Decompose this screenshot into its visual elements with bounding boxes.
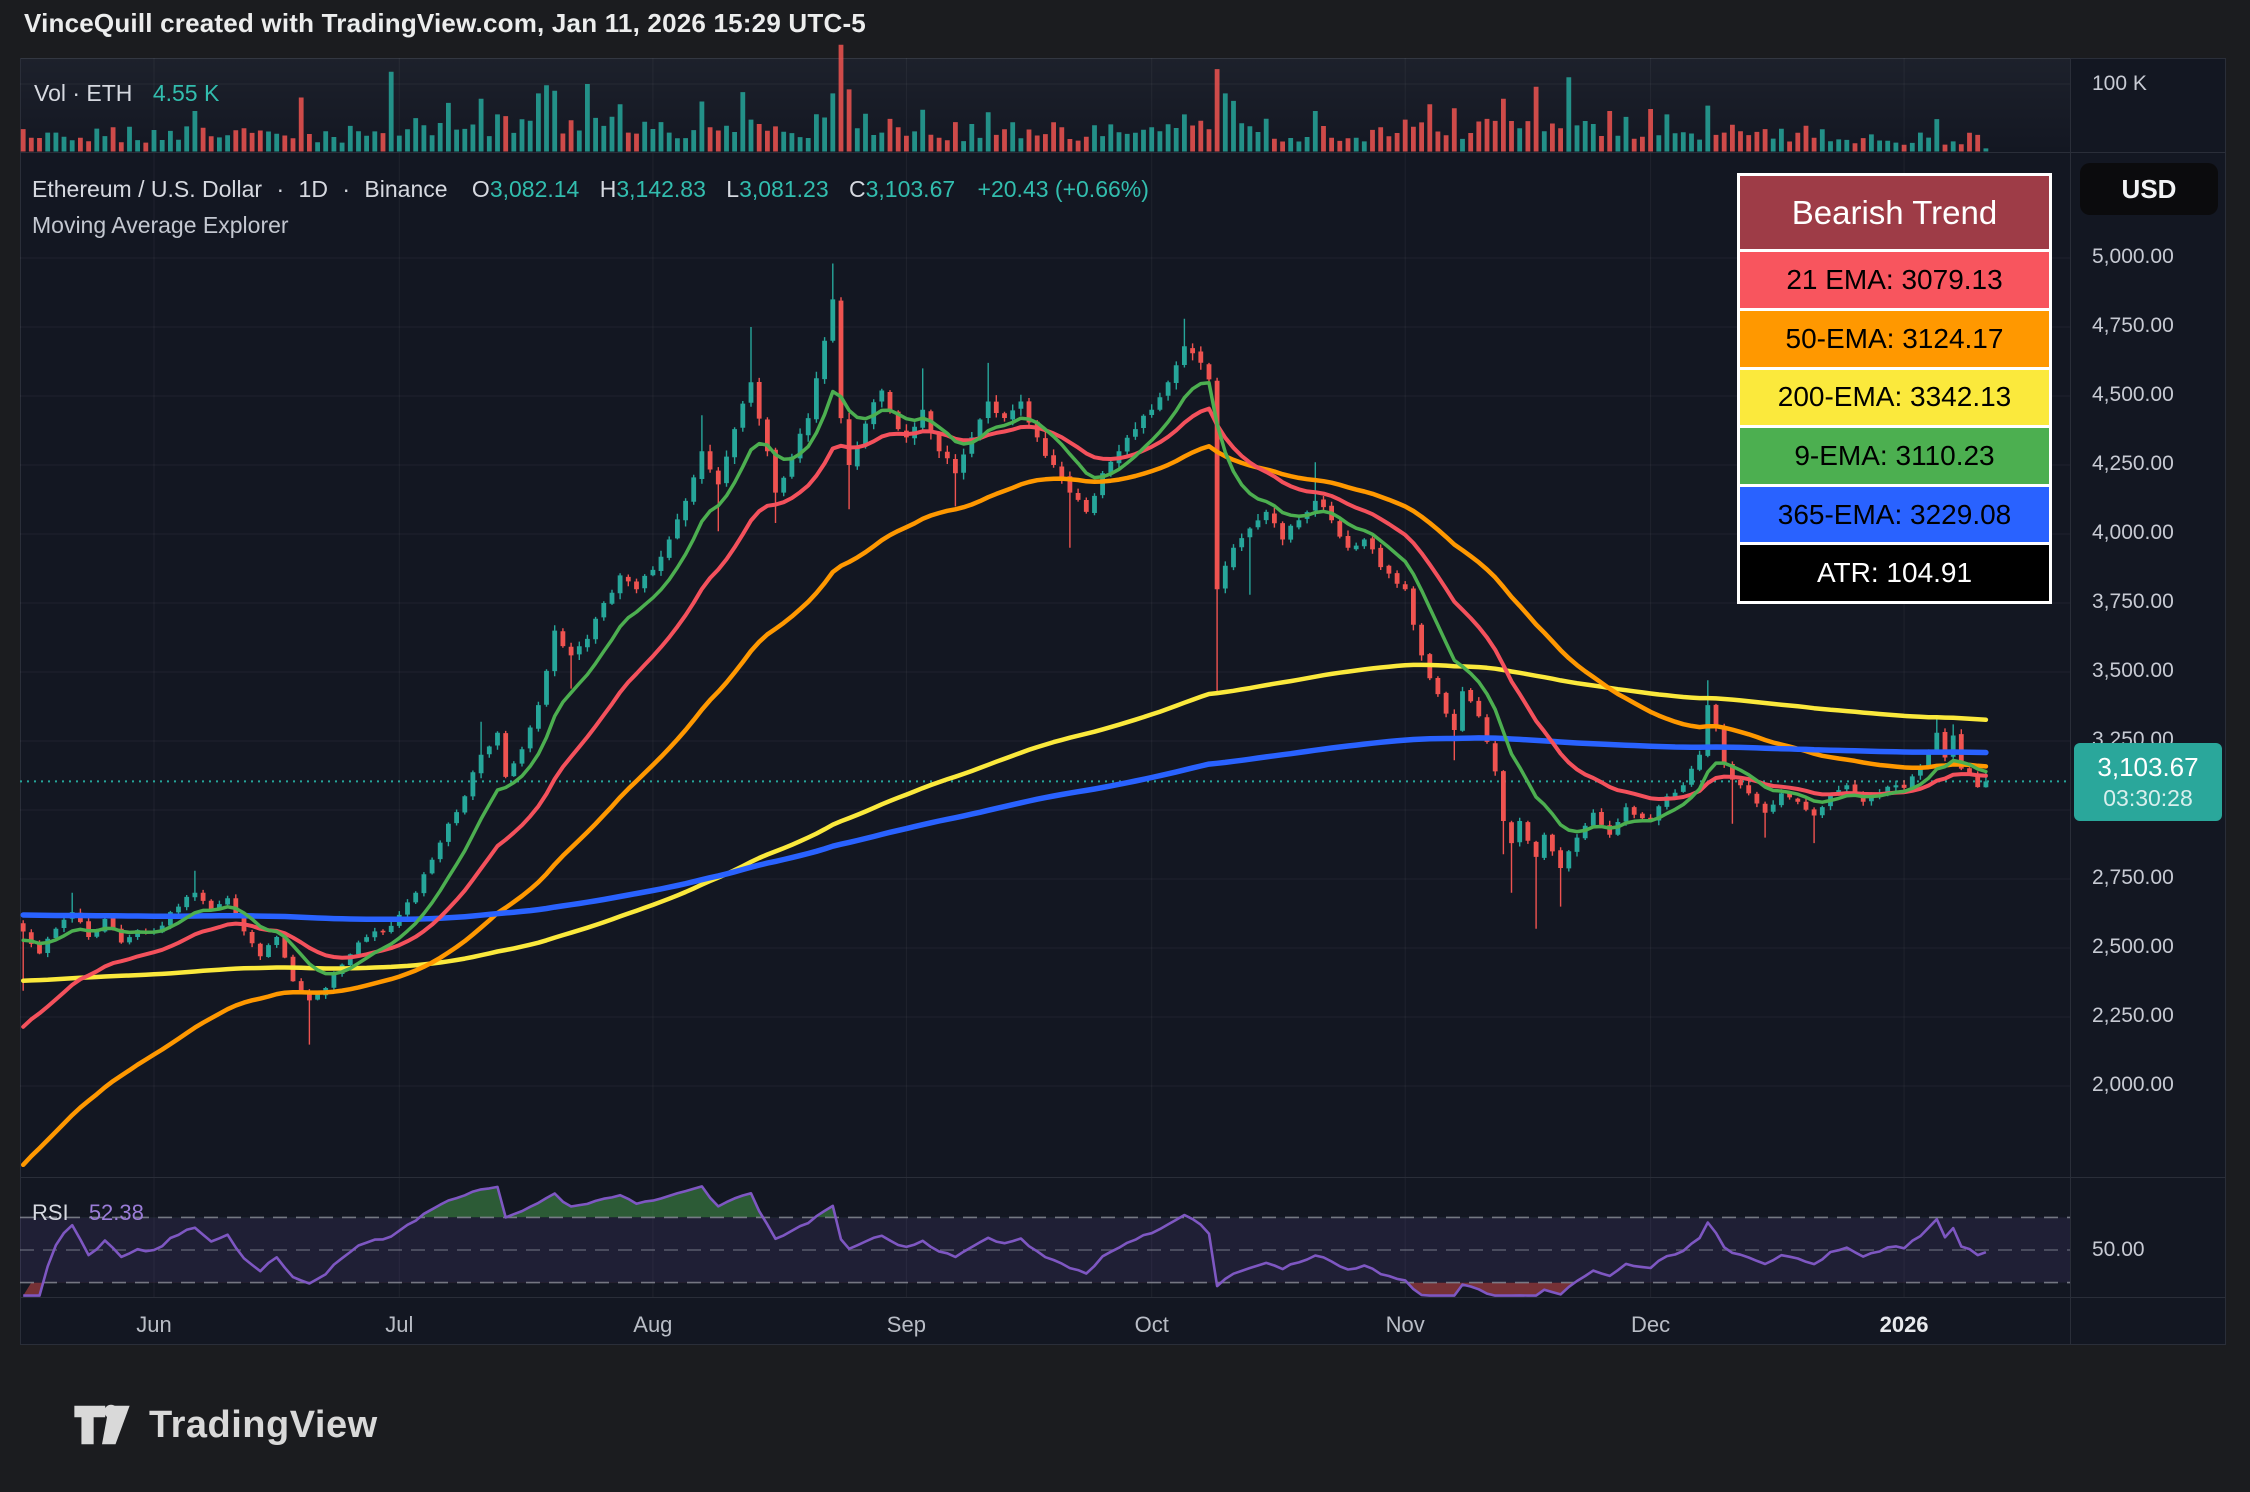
last-price-value: 3,103.67: [2097, 751, 2198, 784]
month-label: Sep: [887, 1312, 926, 1338]
legend-row: ATR: 104.91: [1740, 545, 2049, 601]
legend-row: 200-EMA: 3342.13: [1740, 370, 2049, 426]
legend-row: 365-EMA: 3229.08: [1740, 487, 2049, 543]
price-tick-label: 3,750.00: [2092, 590, 2174, 614]
legend-row: 50-EMA: 3124.17: [1740, 311, 2049, 367]
month-label: Jun: [136, 1312, 171, 1338]
exchange-label: Binance: [364, 176, 447, 202]
close-label: C: [849, 176, 866, 202]
low-label: L: [726, 176, 739, 202]
month-label: Oct: [1135, 1312, 1169, 1338]
month-label: Jul: [385, 1312, 413, 1338]
tradingview-logo-icon: [73, 1398, 131, 1452]
low-value: 3,081.23: [739, 176, 829, 202]
trend-status-header: Bearish Trend: [1740, 176, 2049, 249]
rsi-legend: RSI 52.38: [32, 1200, 144, 1226]
interval-label[interactable]: 1D: [299, 176, 328, 202]
high-label: H: [600, 176, 617, 202]
last-price-badge: 3,103.67 03:30:28: [2074, 743, 2222, 821]
tradingview-logo[interactable]: TradingView: [73, 1398, 378, 1452]
open-label: O: [472, 176, 490, 202]
month-label: 2026: [1880, 1312, 1929, 1338]
legend-row: 9-EMA: 3110.23: [1740, 428, 2049, 484]
tradingview-screenshot: VinceQuill created with TradingView.com,…: [0, 0, 2250, 1492]
ma-explorer-legend: Bearish Trend 21 EMA: 3079.1350-EMA: 312…: [1737, 173, 2052, 604]
price-tick-label: 4,000.00: [2092, 521, 2174, 545]
price-tick-label: 3,500.00: [2092, 659, 2174, 683]
currency-toggle-button[interactable]: USD: [2080, 163, 2218, 215]
price-tick-label: 4,750.00: [2092, 314, 2174, 338]
volume-value: 4.55 K: [153, 80, 220, 106]
month-label: Nov: [1386, 1312, 1425, 1338]
price-tick-label: 4,500.00: [2092, 383, 2174, 407]
dot-separator: ·: [276, 176, 284, 202]
volume-legend: Vol · ETH 4.55 K: [34, 80, 219, 107]
price-tick-label: 5,000.00: [2092, 245, 2174, 269]
high-value: 3,142.83: [616, 176, 706, 202]
volume-axis-tick: 100 K: [2092, 72, 2147, 96]
price-tick-label: 2,250.00: [2092, 1004, 2174, 1028]
legend-row: 21 EMA: 3079.13: [1740, 252, 2049, 308]
price-tick-label: 4,250.00: [2092, 452, 2174, 476]
change-value: +20.43 (+0.66%): [978, 176, 1149, 202]
bar-countdown: 03:30:28: [2103, 784, 2193, 813]
tradingview-logo-text: TradingView: [149, 1404, 378, 1447]
price-tick-label: 2,750.00: [2092, 866, 2174, 890]
symbol-name[interactable]: Ethereum / U.S. Dollar: [32, 176, 262, 202]
dot-separator: ·: [342, 176, 350, 202]
pane-separator-rsi[interactable]: [20, 1297, 2226, 1298]
price-tick-label: 2,000.00: [2092, 1073, 2174, 1097]
volume-label: Vol · ETH: [34, 80, 132, 106]
rsi-label: RSI: [32, 1200, 69, 1225]
month-label: Dec: [1631, 1312, 1670, 1338]
pane-separator-price[interactable]: [20, 1177, 2226, 1178]
indicator-name[interactable]: Moving Average Explorer: [32, 212, 289, 239]
symbol-row[interactable]: Ethereum / U.S. Dollar · 1D · Binance O3…: [32, 176, 1149, 203]
price-axis-border: [2070, 58, 2071, 1345]
open-value: 3,082.14: [490, 176, 580, 202]
page-title: VinceQuill created with TradingView.com,…: [24, 8, 866, 39]
rsi-axis-tick: 50.00: [2092, 1238, 2145, 1262]
rsi-value: 52.38: [89, 1200, 144, 1225]
pane-separator-volume[interactable]: [20, 152, 2226, 153]
close-value: 3,103.67: [866, 176, 956, 202]
month-label: Aug: [633, 1312, 672, 1338]
price-tick-label: 2,500.00: [2092, 935, 2174, 959]
